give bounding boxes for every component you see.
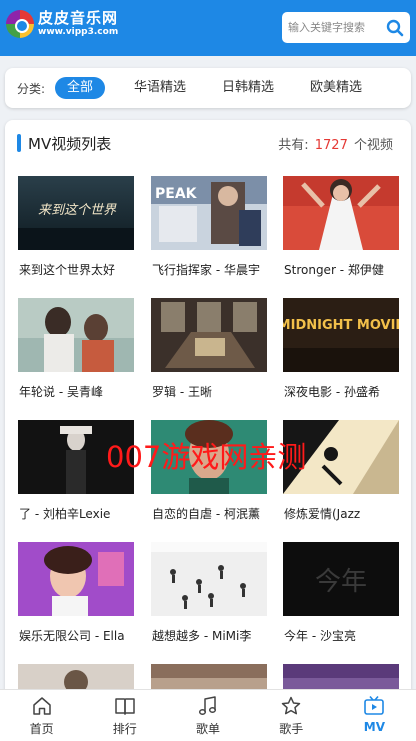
video-title: 罗辑 - 王晰: [152, 385, 212, 399]
chip-jpkr[interactable]: 日韩精选: [213, 77, 283, 99]
video-count: 共有: 1727 个视频: [278, 134, 393, 153]
video-thumbnail: [151, 542, 267, 616]
video-thumbnail: PEAK: [151, 176, 267, 250]
video-title: 深夜电影 - 孙盛希: [284, 385, 380, 399]
video-item[interactable]: 今年 今年 - 沙宝亮: [283, 542, 399, 643]
thumb-caption: 来到这个世界: [38, 203, 117, 218]
thumb-caption: PEAK: [155, 186, 198, 202]
video-title: 来到这个世界太好: [19, 263, 116, 277]
search-box: [282, 12, 410, 43]
logo-disc-icon: [6, 10, 34, 38]
video-title: 今年 - 沙宝亮: [284, 629, 356, 643]
site-url: www.vipp3.com: [38, 27, 119, 37]
app-header: 皮皮音乐网 www.vipp3.com: [0, 0, 416, 56]
tab-label: MV: [363, 720, 386, 734]
tab-artists[interactable]: 歌手: [250, 690, 333, 741]
tab-label: 歌手: [279, 722, 304, 736]
book-icon: [115, 698, 135, 715]
star-icon: [281, 696, 301, 715]
video-item[interactable]: 娱乐无限公司 - Ella: [18, 542, 134, 643]
video-title: 娱乐无限公司 - Ella: [19, 629, 125, 643]
tab-ranking[interactable]: 排行: [83, 690, 166, 741]
count-prefix: 共有:: [278, 138, 309, 153]
video-title: 年轮说 - 吴青峰: [19, 385, 103, 399]
search-button[interactable]: [380, 12, 410, 43]
site-name: 皮皮音乐网: [38, 9, 119, 27]
video-title: 飞行指挥家 - 华晨宇: [152, 263, 260, 277]
search-input[interactable]: [288, 12, 378, 43]
chip-western[interactable]: 欧美精选: [301, 77, 371, 99]
mv-list-card: MV视频列表 共有: 1727 个视频 来到这个世界 来到这个世界太好 PEAK…: [5, 120, 411, 741]
video-title: 修炼爱情(Jazz: [284, 507, 361, 521]
video-item[interactable]: 越想越多 - MiMi李: [151, 542, 267, 643]
chip-all[interactable]: 全部: [55, 77, 105, 99]
tv-icon: [364, 695, 385, 715]
video-item[interactable]: 年轮说 - 吴青峰: [18, 298, 134, 399]
video-title: 自恋的自虐 - 柯泯薰: [152, 507, 260, 521]
video-title: Stronger - 郑伊健: [284, 263, 384, 277]
chip-chinese[interactable]: 华语精选: [125, 77, 195, 99]
tab-label: 排行: [112, 722, 137, 736]
bottom-tab-bar: 首页 排行 歌单 歌手 MV: [0, 689, 416, 741]
heading-accent: [17, 134, 21, 152]
video-item[interactable]: Stronger - 郑伊健: [283, 176, 399, 277]
tab-playlist[interactable]: 歌单: [166, 690, 249, 741]
video-thumbnail: 来到这个世界: [18, 176, 134, 250]
video-thumbnail: MIDNIGHT MOVIE: [283, 298, 399, 372]
tab-mv[interactable]: MV: [333, 690, 416, 741]
tab-label: 歌单: [196, 722, 221, 736]
list-heading: MV视频列表: [17, 134, 112, 153]
tab-label: 首页: [29, 722, 54, 736]
video-thumbnail: [283, 176, 399, 250]
thumb-caption: MIDNIGHT MOVIE: [283, 318, 399, 333]
list-title: MV视频列表: [28, 134, 112, 153]
video-thumbnail: 今年: [283, 542, 399, 616]
video-title: 越想越多 - MiMi李: [152, 629, 252, 643]
video-title: 了 - 刘柏辛Lexie: [19, 507, 111, 521]
site-logo[interactable]: 皮皮音乐网 www.vipp3.com: [6, 10, 118, 38]
thumb-caption: 今年: [315, 567, 367, 597]
count-suffix: 个视频: [353, 138, 393, 153]
video-item[interactable]: PEAK 飞行指挥家 - 华晨宇: [151, 176, 267, 277]
category-filter: 分类: 全部 华语精选 日韩精选 欧美精选: [5, 68, 411, 108]
music-note-icon: [198, 696, 217, 715]
count-number: 1727: [314, 138, 348, 153]
search-icon: [386, 19, 404, 36]
video-thumbnail: [151, 298, 267, 372]
home-icon: [32, 697, 51, 715]
video-item[interactable]: 来到这个世界 来到这个世界太好: [18, 176, 134, 277]
filter-label: 分类:: [17, 82, 46, 96]
video-item[interactable]: 罗辑 - 王晰: [151, 298, 267, 399]
watermark-text: 007游戏网亲测: [106, 440, 307, 474]
video-item[interactable]: MIDNIGHT MOVIE 深夜电影 - 孙盛希: [283, 298, 399, 399]
video-thumbnail: [18, 298, 134, 372]
video-thumbnail: [18, 542, 134, 616]
tab-home[interactable]: 首页: [0, 690, 83, 741]
